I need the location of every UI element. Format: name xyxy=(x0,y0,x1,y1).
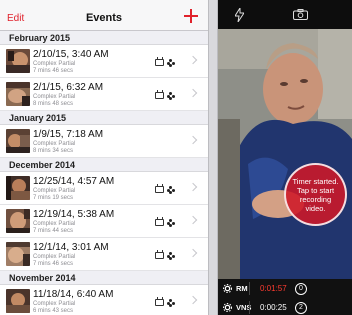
event-type: Complex Partial xyxy=(33,301,76,307)
event-date: 2/10/15, 3:40 AM xyxy=(33,49,109,60)
chevron-right-icon xyxy=(188,55,198,65)
tv-icon xyxy=(155,186,164,193)
film-reel-icon xyxy=(167,299,175,307)
chevron-right-icon xyxy=(188,135,198,145)
timer-count: 2 xyxy=(295,301,307,314)
event-type: Complex Partial xyxy=(33,61,76,67)
event-duration: 8 mins 48 secs xyxy=(33,101,74,107)
event-date: 12/25/14, 4:57 AM xyxy=(33,176,115,187)
event-details: Complex Partial 8 mins 34 secs xyxy=(33,141,75,155)
list-item[interactable]: 2/1/15, 6:32 AM Complex Partial 8 mins 48… xyxy=(0,78,208,111)
add-event-icon[interactable] xyxy=(184,9,198,23)
timer-label: RM xyxy=(236,284,248,293)
list-item[interactable]: 12/19/14, 5:38 AM Complex Partial 7 mins … xyxy=(0,205,208,238)
event-type: Complex Partial xyxy=(33,254,76,260)
chevron-right-icon xyxy=(188,215,198,225)
timer-row-rm[interactable]: RM 0:01:57 0 xyxy=(218,280,352,297)
tv-icon xyxy=(155,299,164,306)
camera-preview[interactable]: Timer started. Tap to start recording vi… xyxy=(218,29,352,279)
event-type: Complex Partial xyxy=(33,188,76,194)
event-type: Complex Partial xyxy=(33,94,76,100)
film-reel-icon xyxy=(167,252,175,260)
section-header: February 2015 xyxy=(0,31,208,45)
event-thumbnail xyxy=(6,289,30,313)
chevron-right-icon xyxy=(188,88,198,98)
event-date: 12/1/14, 3:01 AM xyxy=(33,242,109,253)
section-header: December 2014 xyxy=(0,158,208,172)
section-header: November 2014 xyxy=(0,271,208,285)
event-date: 1/9/15, 7:18 AM xyxy=(33,129,104,140)
event-thumbnail xyxy=(6,242,30,266)
timer-row-vns[interactable]: VNS 0:00:25 2 xyxy=(218,299,352,315)
event-date: 12/19/14, 5:38 AM xyxy=(33,209,115,220)
event-duration: 7 mins 46 secs xyxy=(33,261,74,267)
event-details: Complex Partial 7 mins 46 secs xyxy=(33,61,75,75)
list-item[interactable]: 12/1/14, 3:01 AM Complex Partial 7 mins 4… xyxy=(0,238,208,271)
tv-icon xyxy=(155,252,164,259)
chevron-right-icon xyxy=(188,248,198,258)
event-thumbnail xyxy=(6,129,30,153)
timer-started-bubble[interactable]: Timer started. Tap to start recording vi… xyxy=(284,163,347,226)
camera-pane: Timer started. Tap to start recording vi… xyxy=(218,0,352,315)
timer-value: 0:01:57 xyxy=(260,284,287,293)
tv-icon xyxy=(155,92,164,99)
event-duration: 7 mins 44 secs xyxy=(33,228,74,234)
divider xyxy=(249,301,250,314)
chevron-right-icon xyxy=(188,295,198,305)
film-reel-icon xyxy=(167,92,175,100)
event-duration: 7 mins 46 secs xyxy=(33,68,74,74)
switch-camera-icon[interactable] xyxy=(293,9,308,20)
split-divider[interactable] xyxy=(208,0,218,315)
event-thumbnail xyxy=(6,209,30,233)
film-reel-icon xyxy=(167,59,175,67)
events-list: February 2015 2/10/15, 3:40 AM Complex P… xyxy=(0,31,208,315)
film-reel-icon xyxy=(167,219,175,227)
flash-icon[interactable] xyxy=(235,8,244,22)
list-item[interactable]: 1/9/15, 7:18 AM Complex Partial 8 mins 34… xyxy=(0,125,208,158)
event-duration: 7 mins 19 secs xyxy=(33,195,74,201)
gear-icon xyxy=(223,284,232,293)
camera-toolbar xyxy=(218,0,352,29)
timer-started-text: Timer started. Tap to start recording vi… xyxy=(292,176,339,213)
section-header: January 2015 xyxy=(0,111,208,125)
gear-icon xyxy=(223,303,232,312)
event-details: Complex Partial 7 mins 19 secs xyxy=(33,188,75,202)
page-title: Events xyxy=(85,12,123,24)
event-duration: 6 mins 43 secs xyxy=(33,308,74,314)
navigation-bar: Edit Events xyxy=(0,0,208,31)
event-details: Complex Partial 7 mins 46 secs xyxy=(33,254,75,268)
event-type: Complex Partial xyxy=(33,141,76,147)
film-reel-icon xyxy=(167,186,175,194)
list-item[interactable]: 12/25/14, 4:57 AM Complex Partial 7 mins … xyxy=(0,172,208,205)
tv-icon xyxy=(155,59,164,66)
event-details: Complex Partial 6 mins 43 secs xyxy=(33,301,75,315)
event-details: Complex Partial 8 mins 48 secs xyxy=(33,94,75,108)
event-duration: 8 mins 34 secs xyxy=(33,148,74,154)
event-date: 11/18/14, 6:40 AM xyxy=(33,289,114,300)
tv-icon xyxy=(155,219,164,226)
event-type: Complex Partial xyxy=(33,221,76,227)
camera-feed-image xyxy=(218,29,352,279)
recording-timers: RM 0:01:57 0 VNS 0:00:25 2 xyxy=(218,279,352,315)
event-thumbnail xyxy=(6,82,30,106)
divider xyxy=(249,282,250,295)
event-thumbnail xyxy=(6,49,30,73)
list-item[interactable]: 2/10/15, 3:40 AM Complex Partial 7 mins 4… xyxy=(0,45,208,78)
event-date: 2/1/15, 6:32 AM xyxy=(33,82,104,93)
timer-count: 0 xyxy=(295,282,307,295)
chevron-right-icon xyxy=(188,182,198,192)
timer-value: 0:00:25 xyxy=(260,303,287,312)
event-thumbnail xyxy=(6,176,30,200)
list-item[interactable]: 11/18/14, 6:40 AM Complex Partial 6 mins … xyxy=(0,285,208,315)
events-pane: Edit Events February 2015 2/10/15, 3:40 … xyxy=(0,0,208,315)
event-details: Complex Partial 7 mins 44 secs xyxy=(33,221,75,235)
